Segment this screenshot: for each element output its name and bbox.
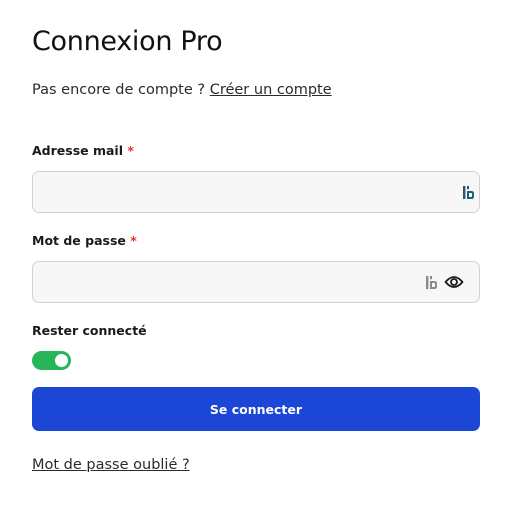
- password-field[interactable]: [45, 262, 435, 302]
- remember-me-label: Rester connecté: [32, 323, 147, 338]
- create-account-link[interactable]: Créer un compte: [210, 82, 332, 98]
- email-field[interactable]: [45, 172, 435, 212]
- eye-icon[interactable]: [444, 273, 464, 291]
- email-label-text: Adresse mail: [32, 143, 124, 158]
- password-label-text: Mot de passe: [32, 233, 126, 248]
- password-manager-icon[interactable]: [463, 185, 475, 200]
- login-button[interactable]: Se connecter: [32, 387, 480, 431]
- password-required-mark: *: [130, 233, 137, 248]
- email-label: Adresse mail *: [32, 143, 134, 158]
- password-field-container: [32, 261, 480, 303]
- password-manager-icon[interactable]: [426, 275, 438, 290]
- forgot-password-link[interactable]: Mot de passe oublié ?: [32, 457, 190, 473]
- password-label: Mot de passe *: [32, 233, 137, 248]
- remember-me-toggle[interactable]: [32, 351, 71, 370]
- toggle-knob: [55, 354, 68, 367]
- signup-prompt-row: Pas encore de compte ? Créer un compte: [32, 82, 332, 98]
- page-title: Connexion Pro: [32, 26, 223, 57]
- signup-prompt-text: Pas encore de compte ?: [32, 82, 206, 98]
- email-field-container: [32, 171, 480, 213]
- email-required-mark: *: [127, 143, 134, 158]
